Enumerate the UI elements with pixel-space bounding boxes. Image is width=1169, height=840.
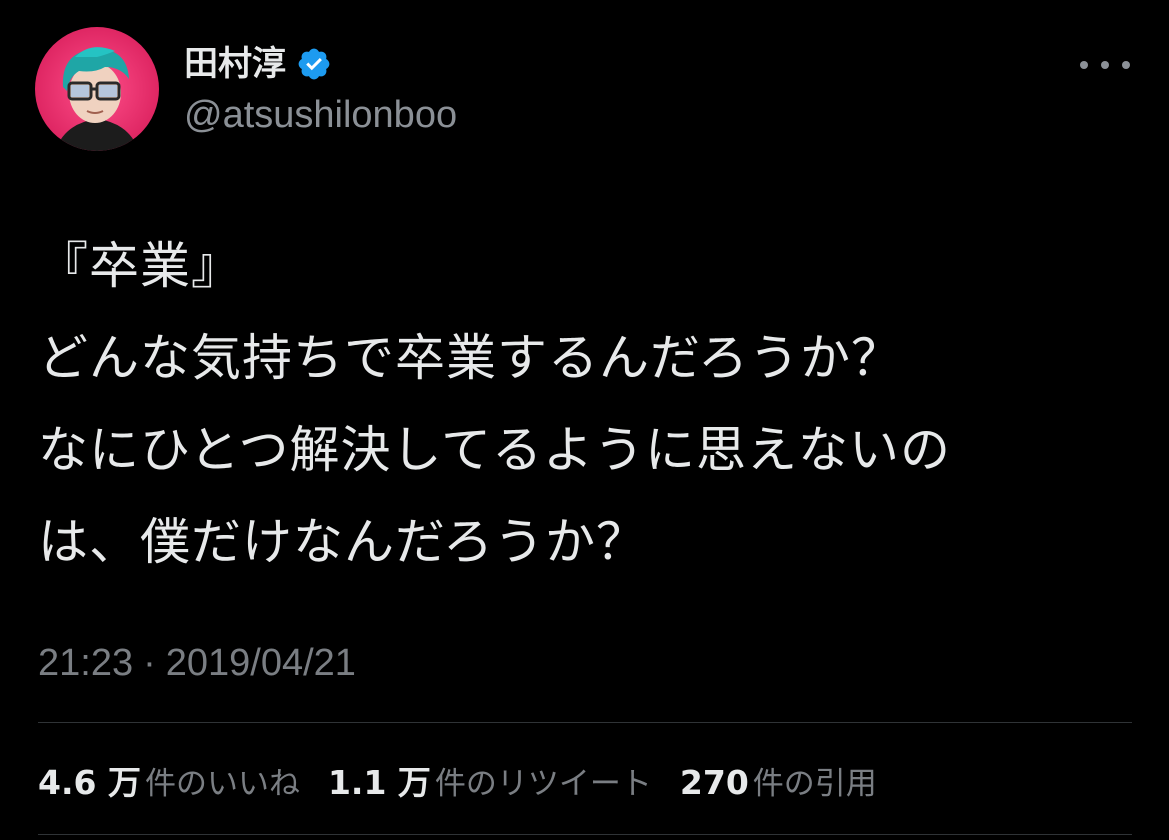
user-handle[interactable]: @atsushilonboo bbox=[184, 92, 457, 138]
tweet-stats: 4.6 万 件のいいね 1.1 万 件のリツイート 270 件の引用 bbox=[38, 755, 877, 805]
more-dot bbox=[1122, 61, 1130, 69]
likes-value: 4.6 万 bbox=[38, 763, 141, 802]
tweet-text: 『卒業』 どんな気持ちで卒業するんだろうか？ なにひとつ解決してるように思えない… bbox=[38, 220, 1148, 588]
quotes-count[interactable]: 270 件の引用 bbox=[680, 758, 877, 803]
timestamp-time: 21:23 bbox=[38, 642, 134, 684]
display-name[interactable]: 田村淳 bbox=[184, 40, 286, 88]
retweets-value: 1.1 万 bbox=[327, 763, 431, 802]
tweet-detail: 田村淳 @atsushilonboo 『卒業』 どんな気持ちで卒業するんだろうか… bbox=[0, 0, 1169, 840]
tweet-timestamp[interactable]: 21:23 · 2019/04/21 bbox=[38, 640, 356, 686]
quotes-label: 件の引用 bbox=[752, 765, 877, 802]
retweets-count[interactable]: 1.1 万 件のリツイート bbox=[328, 756, 652, 804]
more-dot bbox=[1101, 61, 1109, 69]
more-dot bbox=[1080, 61, 1088, 69]
timestamp-date: 2019/04/21 bbox=[165, 642, 356, 684]
tweet-text-line: は、僕だけなんだろうか？ bbox=[38, 513, 647, 571]
verified-badge-icon bbox=[296, 46, 332, 82]
timestamp-separator: · bbox=[143, 642, 156, 684]
retweets-label: 件のリツイート bbox=[434, 766, 652, 802]
author-name-row[interactable]: 田村淳 bbox=[184, 40, 332, 88]
tweet-text-line: なにひとつ解決してるように思えないの bbox=[38, 421, 951, 479]
divider bbox=[38, 834, 1132, 835]
divider bbox=[38, 722, 1132, 723]
avatar-image bbox=[35, 27, 159, 151]
tweet-text-line: 『卒業』 bbox=[38, 237, 242, 295]
likes-count[interactable]: 4.6 万 件のいいね bbox=[38, 756, 300, 804]
more-options-icon[interactable] bbox=[1080, 50, 1130, 80]
likes-label: 件のいいね bbox=[144, 766, 300, 802]
quotes-value: 270 bbox=[679, 762, 749, 802]
tweet-text-line: どんな気持ちで卒業するんだろうか？ bbox=[38, 329, 902, 387]
avatar[interactable] bbox=[35, 27, 159, 151]
